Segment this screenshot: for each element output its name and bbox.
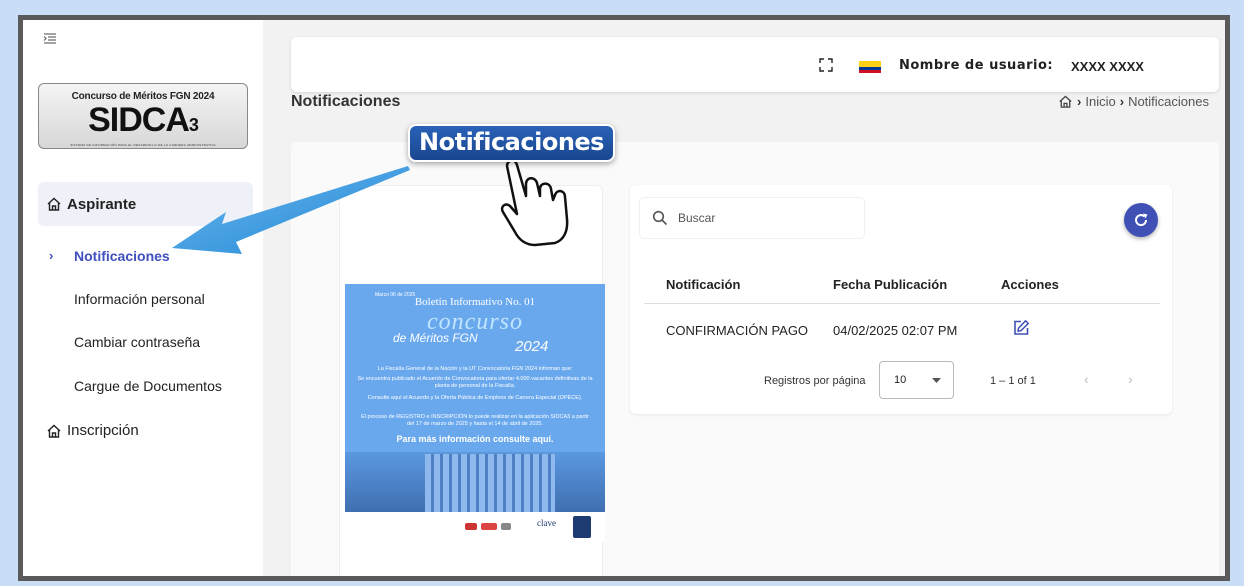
logo-main-suffix: 3	[188, 115, 199, 135]
edit-icon[interactable]	[1012, 319, 1030, 342]
home-icon	[47, 197, 61, 211]
home-icon[interactable]	[1058, 94, 1073, 109]
app-window: Concurso de Méritos FGN 2024 SIDCA3 SIST…	[18, 15, 1230, 581]
nav-group-label: Aspirante	[67, 195, 137, 213]
sidebar-item-cambiar-contrasena[interactable]: Cambiar contraseña	[74, 334, 200, 350]
page-title: Notificaciones	[291, 93, 401, 110]
top-header: Nombre de usuario: XXXX XXXX	[291, 37, 1219, 92]
user-label: Nombre de usuario:	[899, 58, 1054, 73]
breadcrumb-separator: ›	[1119, 94, 1125, 109]
cell-notificacion: CONFIRMACIÓN PAGO	[666, 323, 809, 338]
nav-group-aspirante[interactable]: Aspirante	[38, 182, 253, 226]
pager-range: 1 – 1 of 1	[990, 375, 1036, 387]
poster-building-image	[345, 452, 605, 512]
chevron-down-icon	[932, 378, 941, 383]
poster-text-2: Se encuentra publicado el Acuerdo de Con…	[357, 376, 593, 389]
sidebar-item-notificaciones[interactable]: Notificaciones	[74, 248, 170, 264]
search-icon	[652, 210, 668, 226]
refresh-icon	[1135, 213, 1148, 227]
poster-footer-brand: clave	[537, 518, 556, 528]
nav-group-inscripcion[interactable]: Inscripción	[46, 422, 139, 439]
pager-label: Registros por página	[764, 375, 866, 387]
logo-main-text: SIDCA	[88, 101, 190, 139]
header-divider	[644, 303, 1160, 304]
breadcrumb-inicio[interactable]: Inicio	[1085, 94, 1115, 109]
chevron-right-icon[interactable]: ›	[1128, 371, 1133, 387]
poster-more-info: Para más información consulte aquí.	[396, 434, 554, 444]
colombia-flag-icon[interactable]	[859, 61, 881, 73]
search-input[interactable]	[678, 211, 828, 225]
sidebar-item-informacion-personal[interactable]: Información personal	[74, 291, 205, 307]
sidca-logo: Concurso de Méritos FGN 2024 SIDCA3 SIST…	[38, 83, 248, 149]
poster-text-3: Consulte aquí el Acuerdo y la Oferta Púb…	[367, 395, 583, 401]
notifications-table-card: Notificación Fecha Publicación Acciones …	[630, 185, 1172, 414]
sidebar-item-cargue-documentos[interactable]: Cargue de Documentos	[74, 378, 222, 394]
poster-text-4: El proceso de REGISTRO e INSCRIPCIÓN lo …	[361, 414, 589, 427]
breadcrumb: › Inicio › Notificaciones	[1058, 94, 1209, 109]
column-header-acciones: Acciones	[1001, 277, 1059, 292]
breadcrumb-separator: ›	[1077, 94, 1082, 109]
search-box[interactable]	[640, 198, 864, 238]
chevron-left-icon[interactable]: ‹	[1084, 371, 1089, 387]
collapse-icon[interactable]	[43, 32, 57, 46]
notificaciones-callout: Notificaciones	[408, 124, 615, 162]
column-header-fecha[interactable]: Fecha Publicación	[833, 277, 947, 292]
column-header-notificacion[interactable]: Notificación	[666, 277, 740, 292]
poster-text-1: La Fiscalía General de la Nación y la UT…	[377, 366, 573, 372]
poster-year: 2024	[515, 338, 549, 355]
fullscreen-icon[interactable]	[819, 58, 833, 77]
boletin-poster[interactable]: Marzo 06 de 2025 Boletín Informativo No.…	[345, 284, 605, 542]
home-icon	[47, 424, 61, 438]
user-name[interactable]: XXXX XXXX	[1071, 59, 1144, 74]
sidebar: Concurso de Méritos FGN 2024 SIDCA3 SIST…	[23, 20, 263, 576]
breadcrumb-current: Notificaciones	[1128, 94, 1209, 109]
poster-meritos: de Méritos FGN	[393, 331, 478, 345]
page-size-value: 10	[894, 374, 907, 386]
cell-fecha: 04/02/2025 02:07 PM	[833, 323, 958, 338]
chevron-right-icon: ›	[49, 248, 54, 263]
poster-footer: clave	[345, 512, 605, 542]
poster-boletin: Boletín Informativo No. 01	[414, 296, 536, 308]
logo-sub-text: SISTEMA DE INFORMACIÓN PARA EL DESARROLL…	[70, 143, 216, 147]
page-size-select[interactable]: 10	[879, 361, 954, 399]
refresh-button[interactable]	[1124, 203, 1158, 237]
nav-inscripcion-label: Inscripción	[67, 422, 139, 439]
